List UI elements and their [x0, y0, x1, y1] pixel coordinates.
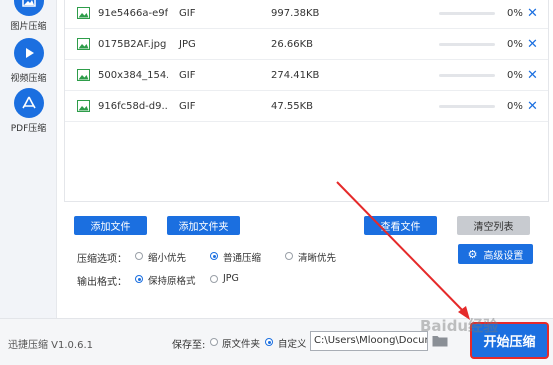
- radio-keep-format[interactable]: [135, 275, 143, 283]
- file-size: 997.38KB: [271, 8, 320, 19]
- file-type: JPG: [179, 39, 196, 50]
- clear-list-button[interactable]: 清空列表: [457, 216, 530, 235]
- radio-shrink-first[interactable]: [135, 252, 143, 260]
- file-size: 26.66KB: [271, 39, 314, 50]
- save-path-input[interactable]: C:\Users\Mloong\Docume: [310, 331, 428, 351]
- baidu-watermark: Baidu经验: [420, 317, 499, 335]
- file-size: 274.41KB: [271, 70, 320, 81]
- sidebar-item-video-compress[interactable]: 视频压缩: [0, 38, 57, 84]
- option-clarity-first: 清晰优先: [298, 253, 337, 264]
- file-list: 91e5466a-e9f... GIF 997.38KB 0% ✕ 0175B2…: [64, 0, 549, 202]
- file-name: 91e5466a-e9f...: [98, 8, 168, 19]
- pdf-icon: [13, 88, 44, 118]
- table-row[interactable]: 916fc58d-d9... GIF 47.55KB 0% ✕: [65, 91, 548, 122]
- compress-options-label: 压缩选项：: [77, 254, 127, 265]
- image-file-icon: [77, 38, 90, 50]
- sidebar-item-pdf-compress[interactable]: PDF压缩: [0, 88, 57, 134]
- file-size: 47.55KB: [271, 101, 314, 112]
- file-name: 500x384_154...: [98, 70, 168, 81]
- sidebar-item-label: PDF压缩: [10, 124, 47, 134]
- sidebar-item-label: 视频压缩: [10, 74, 47, 84]
- file-type: GIF: [179, 8, 196, 19]
- option-custom-folder: 自定义: [278, 339, 307, 350]
- radio-original-folder[interactable]: [210, 338, 218, 346]
- radio-normal-compress[interactable]: [210, 252, 218, 260]
- image-file-icon: [77, 7, 90, 19]
- app-version: 迅捷压缩 V1.0.6.1: [8, 340, 94, 351]
- option-original-folder: 原文件夹: [222, 339, 261, 350]
- file-type: GIF: [179, 70, 196, 81]
- close-icon[interactable]: ✕: [527, 99, 538, 114]
- option-normal-compress: 普通压缩: [223, 253, 262, 264]
- progress-bar: [439, 43, 495, 46]
- sidebar-item-label: 图片压缩: [10, 22, 47, 32]
- image-icon: [13, 0, 44, 16]
- progress-percent: 0%: [507, 39, 523, 50]
- table-row[interactable]: 0175B2AF.jpg JPG 26.66KB 0% ✕: [65, 29, 548, 60]
- progress-bar: [439, 12, 495, 15]
- add-file-button[interactable]: 添加文件: [74, 216, 147, 235]
- radio-clarity-first[interactable]: [285, 252, 293, 260]
- radio-custom-folder[interactable]: [265, 338, 273, 346]
- progress-bar: [439, 74, 495, 77]
- view-file-button[interactable]: 查看文件: [364, 216, 437, 235]
- option-shrink-first: 缩小优先: [148, 253, 187, 264]
- advanced-settings-label: 高级设置: [483, 250, 524, 262]
- option-jpg: JPG: [223, 273, 239, 284]
- file-name: 0175B2AF.jpg: [98, 39, 167, 50]
- table-row[interactable]: 91e5466a-e9f... GIF 997.38KB 0% ✕: [65, 0, 548, 29]
- close-icon[interactable]: ✕: [527, 37, 538, 52]
- table-row[interactable]: 500x384_154... GIF 274.41KB 0% ✕: [65, 60, 548, 91]
- output-format-label: 输出格式：: [77, 277, 127, 288]
- close-icon[interactable]: ✕: [527, 68, 538, 83]
- file-name: 916fc58d-d9...: [98, 101, 168, 112]
- advanced-settings-button[interactable]: ⚙ 高级设置: [458, 244, 533, 264]
- sidebar: 图片压缩 视频压缩 PDF压缩: [0, 0, 57, 318]
- play-icon: [13, 38, 44, 68]
- file-type: GIF: [179, 101, 196, 112]
- progress-percent: 0%: [507, 70, 523, 81]
- close-icon[interactable]: ✕: [527, 6, 538, 21]
- option-keep-format: 保持原格式: [148, 276, 196, 287]
- gear-icon: ⚙: [467, 247, 478, 261]
- image-file-icon: [77, 100, 90, 112]
- progress-bar: [439, 105, 495, 108]
- image-file-icon: [77, 69, 90, 81]
- sidebar-item-image-compress[interactable]: 图片压缩: [0, 0, 57, 32]
- main-panel: 91e5466a-e9f... GIF 997.38KB 0% ✕ 0175B2…: [57, 0, 553, 318]
- radio-jpg[interactable]: [210, 275, 218, 283]
- save-to-label: 保存至:: [172, 340, 206, 351]
- progress-percent: 0%: [507, 8, 523, 19]
- progress-percent: 0%: [507, 101, 523, 112]
- add-folder-button[interactable]: 添加文件夹: [167, 216, 240, 235]
